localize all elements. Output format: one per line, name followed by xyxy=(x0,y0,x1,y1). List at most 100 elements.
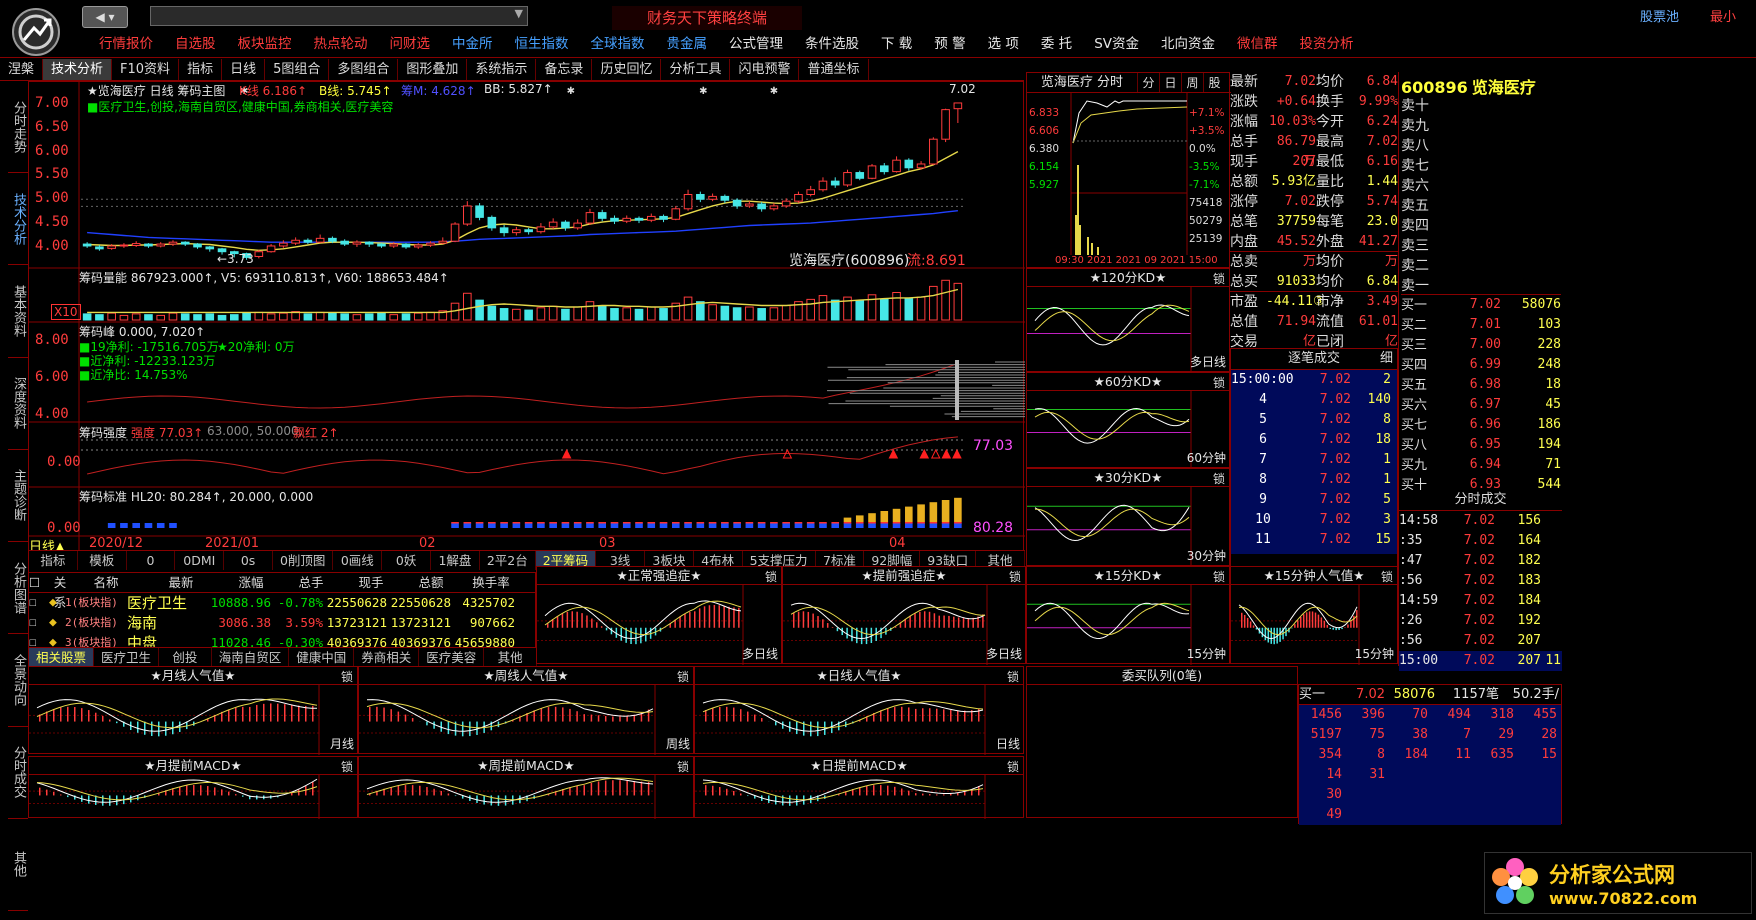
sell-level[interactable]: 卖八 xyxy=(1401,136,1561,156)
row-checkbox[interactable]: ☐ xyxy=(29,593,49,613)
candle[interactable] xyxy=(843,169,852,187)
candle[interactable] xyxy=(659,214,668,223)
menu-item-0[interactable]: 行情报价 xyxy=(88,33,164,55)
candle[interactable] xyxy=(818,177,828,192)
sector-tab-6[interactable]: 医疗美容 xyxy=(419,648,485,667)
indicator-tab-4[interactable]: 0s xyxy=(224,551,273,570)
candle[interactable] xyxy=(892,156,901,173)
candle[interactable] xyxy=(352,240,362,247)
menu-item-11[interactable]: 下 载 xyxy=(870,33,923,55)
sector-row[interactable]: ☐ ◆ 2(板块指) 海南 3086.38 3.59% 13723121 13723121 90… xyxy=(29,613,535,633)
candle[interactable] xyxy=(340,239,349,246)
candle[interactable] xyxy=(929,137,938,165)
panel-zhengchang[interactable]: ★正常强追症★ 锁多日线 xyxy=(536,566,782,665)
candle[interactable] xyxy=(953,102,963,123)
app-logo-icon[interactable] xyxy=(12,8,60,56)
side-tab-0[interactable]: 分时走势 xyxy=(8,81,28,174)
candle[interactable] xyxy=(144,243,153,248)
lock-icon[interactable]: 锁 xyxy=(1009,568,1021,585)
candle[interactable] xyxy=(131,241,141,247)
buy-level[interactable]: 买二 7.01 103 xyxy=(1401,315,1561,335)
indicator-tab-7[interactable]: 0妖 xyxy=(382,551,432,570)
menu-item-6[interactable]: 恒生指数 xyxy=(504,33,580,55)
candle[interactable] xyxy=(646,213,656,223)
candle[interactable] xyxy=(622,215,632,224)
menu-item-17[interactable]: 微信群 xyxy=(1226,33,1289,55)
sector-tab-3[interactable]: 海南自贸区 xyxy=(212,648,290,667)
candle[interactable] xyxy=(364,241,374,247)
panel-kd15[interactable]: ★15分KD★ 锁 15分钟 xyxy=(1026,566,1230,665)
menu-item-10[interactable]: 条件选股 xyxy=(794,33,870,55)
indicator-tab-1[interactable]: 模板 xyxy=(78,551,127,570)
select-all-checkbox[interactable]: ☐ xyxy=(29,573,49,592)
candle[interactable] xyxy=(585,208,595,226)
menu-item-9[interactable]: 公式管理 xyxy=(718,33,794,55)
candle[interactable] xyxy=(732,198,742,209)
sector-col-6[interactable]: 总额 xyxy=(401,573,461,592)
panel-kd30[interactable]: ★30分KD★ 锁 30分钟 xyxy=(1026,468,1230,567)
sector-col-4[interactable]: 总手 xyxy=(281,573,341,592)
side-tab-7[interactable]: 分时成交 xyxy=(8,727,28,819)
side-tab-5[interactable]: 分析图谱 xyxy=(8,542,28,635)
lock-icon[interactable]: 锁 xyxy=(1213,270,1225,287)
toolbar-item-9[interactable]: 备忘录 xyxy=(536,59,593,80)
panel-period[interactable]: 30分钟 xyxy=(1187,547,1226,564)
panel-period[interactable]: 15分钟 xyxy=(1355,645,1394,662)
lock-icon[interactable]: 锁 xyxy=(677,668,689,685)
menu-item-18[interactable]: 投资分析 xyxy=(1289,33,1365,55)
candle[interactable] xyxy=(377,243,386,248)
buy-level[interactable]: 买八 6.95 194 xyxy=(1401,435,1561,455)
sector-col-1[interactable]: 名称 xyxy=(71,573,141,592)
sector-col-3[interactable]: 涨幅 xyxy=(221,573,281,592)
candle[interactable] xyxy=(634,216,644,224)
candle[interactable] xyxy=(512,226,521,236)
candle[interactable] xyxy=(524,227,533,235)
indicator-tab-6[interactable]: 0画线 xyxy=(333,551,383,570)
candle[interactable] xyxy=(671,205,681,221)
panel-period[interactable]: 60分钟 xyxy=(1187,449,1226,466)
candle[interactable] xyxy=(696,191,705,203)
candle[interactable] xyxy=(879,163,889,175)
candle[interactable] xyxy=(806,185,816,197)
sector-col-5[interactable]: 现手 xyxy=(341,573,401,592)
minimize-button[interactable]: 最小 xyxy=(1710,6,1736,25)
menu-item-14[interactable]: 委 托 xyxy=(1030,33,1083,55)
toolbar-item-8[interactable]: 系统指示 xyxy=(467,59,537,80)
toolbar-item-5[interactable]: 5图组合 xyxy=(265,59,330,80)
sector-tab-4[interactable]: 健康中国 xyxy=(289,648,355,667)
side-tab-1[interactable]: 技术分析 xyxy=(8,173,28,266)
menu-item-7[interactable]: 全球指数 xyxy=(580,33,656,55)
toolbar-item-0[interactable]: 涅槃 xyxy=(0,59,44,80)
indicator-tab-3[interactable]: 0DMI xyxy=(175,551,225,570)
lock-icon[interactable]: 锁 xyxy=(1213,470,1225,487)
toolbar-item-13[interactable]: 普通坐标 xyxy=(799,59,869,80)
candle[interactable] xyxy=(475,203,484,221)
candle[interactable] xyxy=(794,191,803,204)
panel-day-macd[interactable]: ★日提前MACD★ 锁 xyxy=(694,756,1024,819)
back-forward-button[interactable]: ◀ ▾ xyxy=(82,6,128,28)
candle[interactable] xyxy=(708,193,717,202)
candle[interactable] xyxy=(573,219,582,230)
candle[interactable] xyxy=(401,243,411,249)
buy-level[interactable]: 买三 7.00 228 xyxy=(1401,335,1561,355)
candle[interactable] xyxy=(769,203,779,211)
sell-level[interactable]: 卖六 xyxy=(1401,176,1561,196)
toolbar-item-11[interactable]: 分析工具 xyxy=(661,59,731,80)
toolbar-item-1[interactable]: 技术分析 xyxy=(43,59,113,80)
lock-icon[interactable]: 锁 xyxy=(1007,758,1019,775)
sector-row[interactable]: ☐ ◆ 1(板块指) 医疗卫生 10888.96 -0.78% 22550628 225506… xyxy=(29,593,535,613)
toolbar-item-10[interactable]: 历史回忆 xyxy=(592,59,662,80)
candle[interactable] xyxy=(904,158,914,171)
candle[interactable] xyxy=(855,170,865,181)
candle[interactable] xyxy=(757,202,766,212)
panel-period[interactable]: 多日线 xyxy=(986,645,1022,662)
sector-col-0[interactable]: 关系 xyxy=(49,573,71,610)
buy-level[interactable]: 买七 6.96 186 xyxy=(1401,415,1561,435)
panel-week-rq[interactable]: ★周线人气值★ 锁周线 xyxy=(358,666,694,755)
candle[interactable] xyxy=(156,242,166,248)
buy-level[interactable]: 买九 6.94 71 xyxy=(1401,455,1561,475)
candle[interactable] xyxy=(291,237,300,246)
lock-icon[interactable]: 锁 xyxy=(1213,568,1225,585)
toolbar-item-7[interactable]: 图形叠加 xyxy=(398,59,468,80)
volume-x10-badge[interactable]: X10 xyxy=(51,304,81,320)
